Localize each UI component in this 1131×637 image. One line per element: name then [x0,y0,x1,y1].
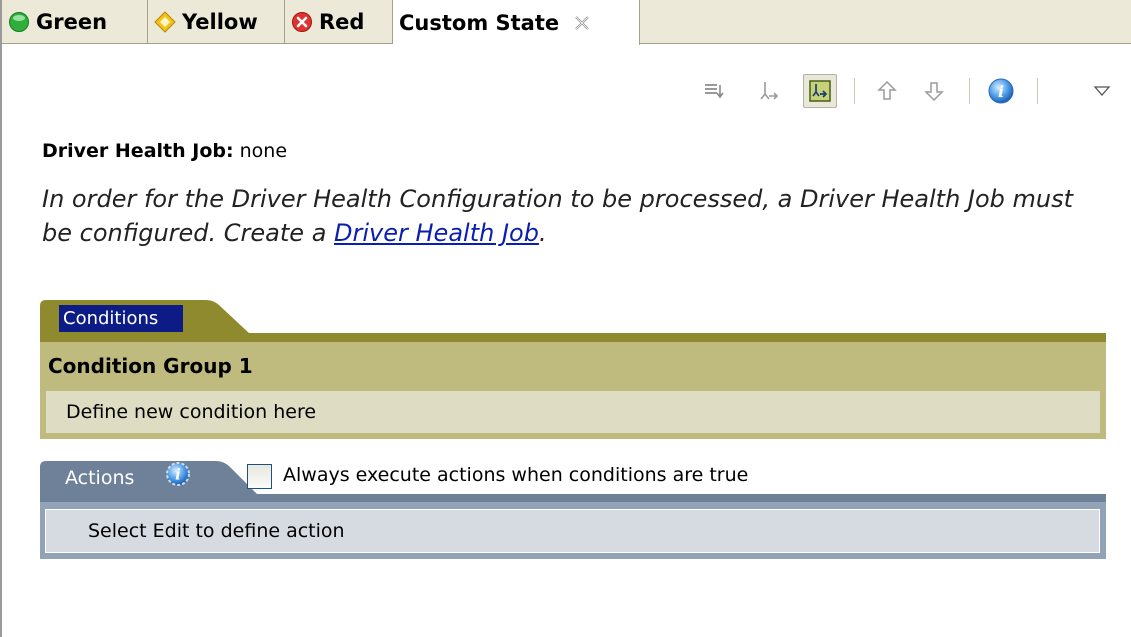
conditions-tab: Conditions [40,296,260,338]
driver-health-job-line: Driver Health Job: none [42,140,287,162]
message-text: In order for the Driver Health Configura… [42,185,1074,247]
actions-tab: Actions i [40,457,260,499]
message-suffix: . [538,219,547,247]
define-condition-row[interactable]: Define new condition here [46,391,1100,433]
move-down-button[interactable] [917,74,951,108]
tree-structure-icon [760,82,779,100]
svg-text:i: i [998,82,1004,101]
tab-custom-state[interactable]: Custom State [393,0,640,45]
svg-text:i: i [175,466,181,484]
tree-structure-button[interactable] [752,74,786,108]
view-menu-icon [1093,86,1111,96]
tab-green[interactable]: Green [2,0,148,44]
collapse-all-icon [705,84,724,99]
actions-header-band [40,494,1106,502]
define-action-row[interactable]: Select Edit to define action [45,509,1100,553]
yellow-diamond-icon [154,11,176,33]
move-up-icon [877,80,897,100]
tab-label: Green [36,10,108,34]
tree-toggle-icon [809,80,831,102]
always-execute-checkbox[interactable] [247,464,272,489]
editor-tab-bar: Green Yellow Red Custom State [2,0,1131,45]
tab-yellow[interactable]: Yellow [148,0,285,44]
conditions-tab-label: Conditions [63,308,159,329]
actions-info-icon[interactable]: i [164,460,192,488]
view-menu-button[interactable] [1085,74,1119,108]
job-label: Driver Health Job: [42,140,234,162]
info-icon: i [988,78,1014,104]
move-down-icon [924,82,944,102]
collapse-all-button[interactable] [697,74,731,108]
toolbar-separator [969,78,970,104]
green-circle-icon [9,12,29,32]
editor-frame: Green Yellow Red Custom State i Driver H… [0,0,1131,637]
define-action-text: Select Edit to define action [88,520,345,542]
tab-red[interactable]: Red [285,0,393,44]
red-x-circle-icon [292,12,312,32]
conditions-header-band [40,333,1106,342]
tab-label: Yellow [182,10,258,34]
condition-group-title[interactable]: Condition Group 1 [48,354,253,378]
always-execute-label: Always execute actions when conditions a… [283,464,749,486]
close-icon[interactable] [573,14,591,32]
move-up-button[interactable] [870,74,904,108]
tree-toggle-button[interactable] [803,74,837,108]
toolbar-separator [1037,78,1038,104]
job-value: none [239,140,288,162]
toolbar-separator [854,78,855,104]
info-button[interactable]: i [984,74,1018,108]
create-driver-health-job-link[interactable]: Driver Health Job [334,219,539,247]
configuration-message: In order for the Driver Health Configura… [42,182,1082,250]
define-condition-text: Define new condition here [66,401,317,423]
tab-label: Red [319,10,365,34]
tab-label: Custom State [399,10,560,35]
actions-tab-label: Actions [65,467,135,489]
